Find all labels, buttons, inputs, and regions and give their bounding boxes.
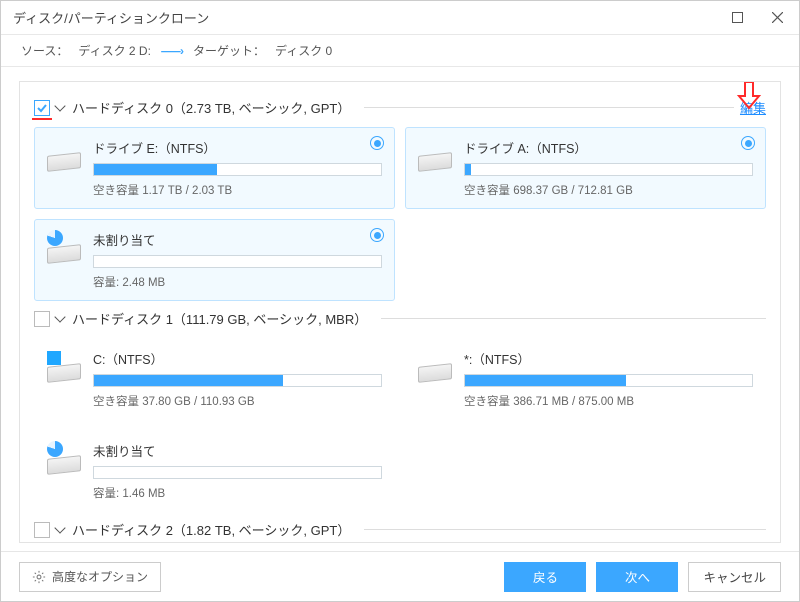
footer: 高度なオプション 戻る 次へ キャンセル	[1, 551, 799, 601]
disk-checkbox[interactable]	[34, 311, 50, 327]
next-button[interactable]: 次へ	[596, 562, 678, 592]
disk-header[interactable]: ハードディスク 1（111.79 GB, ベーシック, MBR）	[34, 309, 766, 328]
back-label: 戻る	[533, 567, 558, 586]
usage-bar	[93, 163, 382, 176]
partition-card[interactable]: *:（NTFS） 空き容量 386.71 MB / 875.00 MB	[405, 338, 766, 420]
target-value: ディスク 0	[275, 42, 332, 59]
partition-card[interactable]: 未割り当て容量: 1.46 MB	[34, 430, 395, 512]
disk-checkbox[interactable]	[34, 522, 50, 538]
chevron-down-icon	[56, 523, 66, 537]
partition-card[interactable]: 未割り当て容量: 2.48 MB	[34, 219, 395, 301]
partition-title: 未割り当て	[93, 441, 382, 460]
maximize-button[interactable]	[717, 1, 757, 35]
source-value: ディスク 2 D:	[78, 42, 151, 59]
window-title: ディスク/パーティションクローン	[13, 8, 717, 27]
partition-grid: ドライブ E:（NTFS）空き容量 1.17 TB / 2.03 TBドライブ …	[34, 127, 766, 301]
disk-icon	[418, 144, 452, 172]
disk-icon	[47, 236, 81, 264]
usage-bar	[93, 255, 382, 268]
partition-title: ドライブ A:（NTFS）	[464, 138, 753, 157]
source-target-bar: ソース： ディスク 2 D: ⸺› ターゲット： ディスク 0	[1, 35, 799, 67]
usage-bar	[464, 374, 753, 387]
partition-card[interactable]: C:（NTFS） 空き容量 37.80 GB / 110.93 GB	[34, 338, 395, 420]
advanced-options-button[interactable]: 高度なオプション	[19, 562, 161, 592]
usage-bar	[93, 374, 382, 387]
partition-title: ドライブ E:（NTFS）	[93, 138, 382, 157]
arrow-icon: ⸺›	[161, 42, 183, 59]
back-button[interactable]: 戻る	[504, 562, 586, 592]
close-button[interactable]	[757, 1, 797, 35]
partition-title: *:（NTFS）	[464, 349, 753, 368]
partition-grid: C:（NTFS） 空き容量 37.80 GB / 110.93 GB *:（NTFS…	[34, 338, 766, 512]
capacity-text: 容量: 1.46 MB	[93, 485, 382, 501]
titlebar: ディスク/パーティションクローン	[1, 1, 799, 35]
gear-icon	[32, 570, 46, 584]
cancel-label: キャンセル	[703, 567, 766, 586]
disk-icon	[418, 355, 452, 383]
disk-icon	[47, 355, 81, 383]
partition-radio[interactable]	[370, 136, 384, 150]
check-icon	[36, 102, 48, 114]
advanced-options-label: 高度なオプション	[52, 568, 148, 585]
source-label: ソース：	[21, 42, 68, 59]
disk-name: ハードディスク 2（1.82 TB, ベーシック, GPT）	[72, 520, 350, 539]
chevron-down-icon	[56, 312, 66, 326]
next-label: 次へ	[625, 567, 650, 586]
capacity-text: 空き容量 698.37 GB / 712.81 GB	[464, 182, 753, 198]
disk-name: ハードディスク 0（2.73 TB, ベーシック, GPT）	[72, 98, 350, 117]
usage-bar	[93, 466, 382, 479]
capacity-text: 空き容量 386.71 MB / 875.00 MB	[464, 393, 753, 409]
disk-icon	[47, 144, 81, 172]
annotation-arrow-icon	[736, 81, 762, 113]
content-wrap: ハードディスク 0（2.73 TB, ベーシック, GPT）編集ドライブ E:（…	[1, 67, 799, 551]
disk-header[interactable]: ハードディスク 0（2.73 TB, ベーシック, GPT）編集	[34, 98, 766, 117]
close-icon	[772, 12, 783, 23]
app-window: ディスク/パーティションクローン ソース： ディスク 2 D: ⸺› ターゲット…	[0, 0, 800, 602]
capacity-text: 容量: 2.48 MB	[93, 274, 382, 290]
chevron-down-icon	[56, 101, 66, 115]
disk-name: ハードディスク 1（111.79 GB, ベーシック, MBR）	[72, 309, 367, 328]
partition-title: C:（NTFS）	[93, 349, 382, 368]
disk-icon	[47, 447, 81, 475]
partition-card[interactable]: ドライブ A:（NTFS） 空き容量 698.37 GB / 712.81 GB	[405, 127, 766, 209]
disk-checkbox[interactable]	[34, 100, 50, 116]
cancel-button[interactable]: キャンセル	[688, 562, 781, 592]
capacity-text: 空き容量 37.80 GB / 110.93 GB	[93, 393, 382, 409]
disk-list[interactable]: ハードディスク 0（2.73 TB, ベーシック, GPT）編集ドライブ E:（…	[19, 81, 781, 543]
partition-radio[interactable]	[370, 228, 384, 242]
partition-title: 未割り当て	[93, 230, 382, 249]
disk-header[interactable]: ハードディスク 2（1.82 TB, ベーシック, GPT）	[34, 520, 766, 539]
partition-card[interactable]: ドライブ E:（NTFS） 空き容量 1.17 TB / 2.03 TB	[34, 127, 395, 209]
target-label: ターゲット：	[193, 42, 265, 59]
usage-bar	[464, 163, 753, 176]
capacity-text: 空き容量 1.17 TB / 2.03 TB	[93, 182, 382, 198]
maximize-icon	[732, 12, 743, 23]
partition-radio[interactable]	[741, 136, 755, 150]
